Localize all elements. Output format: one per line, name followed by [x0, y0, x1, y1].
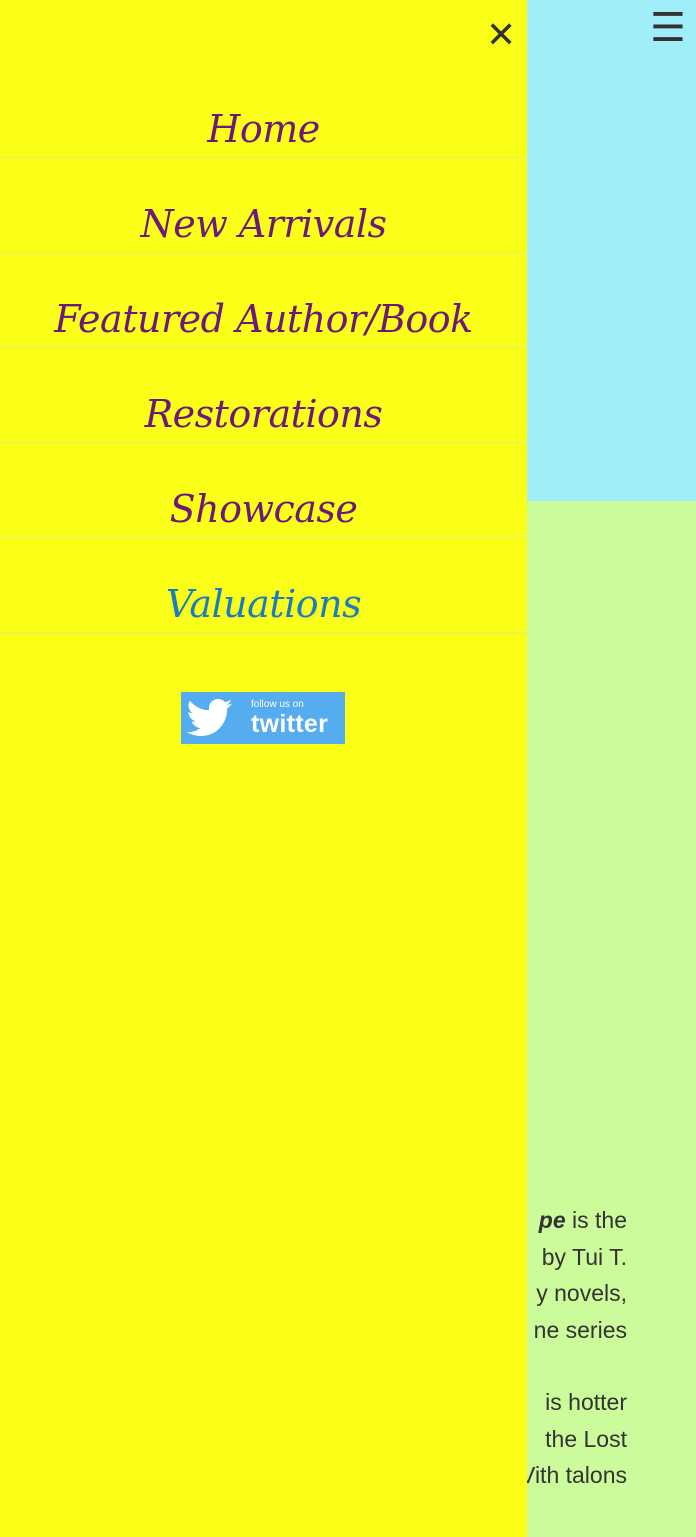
nav-item-showcase[interactable]: Showcase — [0, 443, 527, 538]
nav-label[interactable]: Showcase — [170, 487, 358, 537]
twitter-badge-text: follow us on twitter — [251, 698, 329, 738]
close-icon[interactable]: ✕ — [486, 18, 516, 54]
nav-label[interactable]: Home — [207, 107, 320, 157]
nav-item-home[interactable]: Home — [0, 63, 527, 158]
text-line: is the — [565, 1207, 627, 1233]
hamburger-menu-icon[interactable]: ☰ — [650, 8, 686, 48]
nav-label[interactable]: Valuations — [166, 582, 362, 632]
nav-item-restorations[interactable]: Restorations — [0, 348, 527, 443]
twitter-bird-icon — [187, 699, 233, 737]
nav-label[interactable]: New Arrivals — [140, 202, 387, 252]
book-title-fragment: pe — [538, 1207, 566, 1233]
nav-item-featured-author-book[interactable]: Featured Author/Book — [0, 253, 527, 348]
nav-list: Home New Arrivals Featured Author/Book R… — [0, 63, 527, 633]
nav-label[interactable]: Restorations — [145, 392, 383, 442]
nav-label[interactable]: Featured Author/Book — [54, 297, 473, 347]
twitter-follow-button[interactable]: follow us on twitter — [181, 692, 345, 744]
nav-item-valuations[interactable]: Valuations — [0, 538, 527, 633]
side-navigation-overlay: ✕ Home New Arrivals Featured Author/Book… — [0, 0, 527, 1537]
nav-item-new-arrivals[interactable]: New Arrivals — [0, 158, 527, 253]
twitter-follow-caption: follow us on — [251, 698, 304, 710]
twitter-wordmark: twitter — [251, 709, 329, 738]
